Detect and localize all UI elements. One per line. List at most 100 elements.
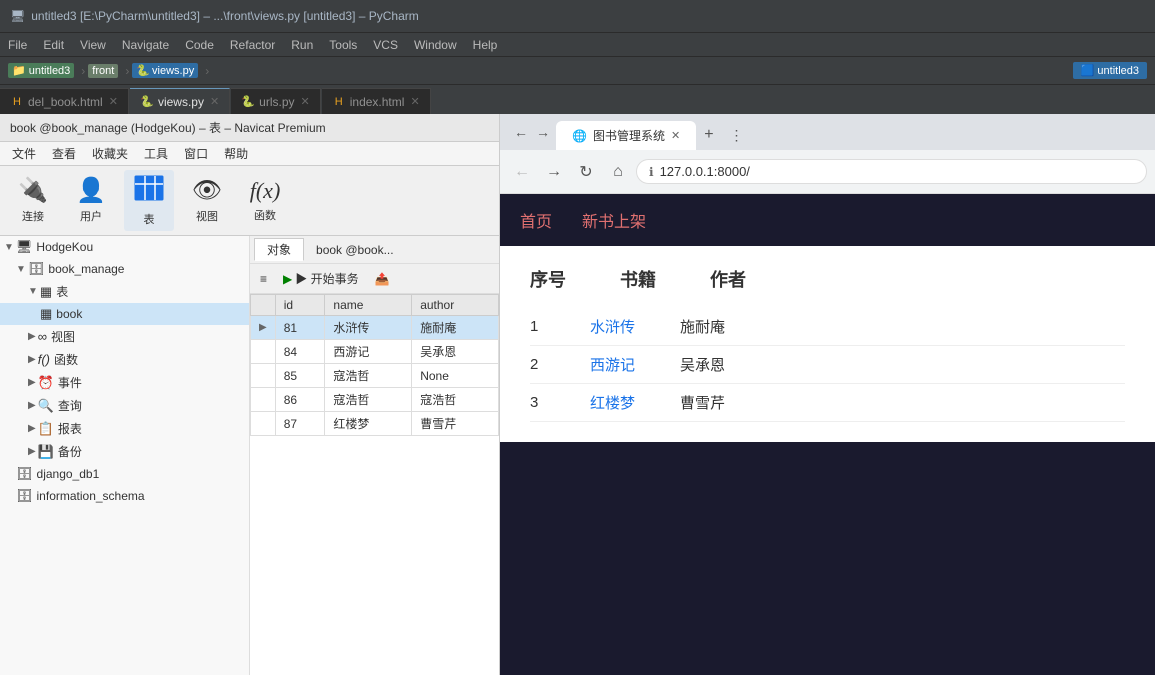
toolbar-function[interactable]: f(x) 函数 bbox=[240, 174, 290, 226]
web-row-1: 1 水浒传 施耐庵 bbox=[530, 308, 1125, 346]
toolbar-menu-btn[interactable]: ≡ bbox=[254, 270, 273, 288]
tree-tables[interactable]: ▼ ▦ 表 bbox=[0, 280, 249, 303]
project-badge[interactable]: 📁untitled3 bbox=[8, 63, 74, 78]
table-row[interactable]: 87 红楼梦 曹雪芹 bbox=[251, 412, 499, 436]
tab-index-html[interactable]: H index.html ✕ bbox=[322, 88, 431, 114]
navicat-menu-help[interactable]: 帮助 bbox=[216, 143, 256, 164]
cell-author-4[interactable]: 寇浩哲 bbox=[412, 388, 499, 412]
menu-tools[interactable]: Tools bbox=[321, 36, 365, 54]
window-title: untitled3 [E:\PyCharm\untitled3] – ...\f… bbox=[31, 9, 419, 23]
toolbar-table[interactable]: 表 bbox=[124, 170, 174, 232]
browser-tab-back-icon[interactable]: ← bbox=[514, 124, 528, 140]
tab-views-py[interactable]: 🐍 views.py ✕ bbox=[130, 88, 230, 114]
tab-close-del-book[interactable]: ✕ bbox=[109, 95, 118, 108]
menu-code[interactable]: Code bbox=[177, 36, 222, 54]
tree-book-manage[interactable]: ▼ 🗄 book_manage bbox=[0, 258, 249, 280]
front-badge[interactable]: front bbox=[88, 64, 118, 78]
cell-author-2[interactable]: 吴承恩 bbox=[412, 340, 499, 364]
web-row-title-2[interactable]: 西游记 bbox=[590, 354, 650, 375]
new-tab-button[interactable]: + bbox=[696, 120, 721, 150]
navicat-menu-window[interactable]: 窗口 bbox=[176, 143, 216, 164]
address-text[interactable]: 127.0.0.1:8000/ bbox=[660, 164, 750, 179]
tree-reports[interactable]: ▶ 📋 报表 bbox=[0, 417, 249, 440]
cell-id-2[interactable]: 84 bbox=[275, 340, 325, 364]
address-bar[interactable]: ℹ 127.0.0.1:8000/ bbox=[636, 159, 1147, 184]
tree-django-db1[interactable]: 🗄 django_db1 bbox=[0, 463, 249, 485]
file-badge[interactable]: 🐍views.py bbox=[132, 63, 198, 78]
web-nav-newbook[interactable]: 新书上架 bbox=[582, 204, 646, 236]
navicat-menu-view[interactable]: 查看 bbox=[44, 143, 84, 164]
tab-close-urls-py[interactable]: ✕ bbox=[301, 95, 310, 108]
web-row-title-3[interactable]: 红楼梦 bbox=[590, 392, 650, 413]
browser-tab-forward-icon[interactable]: → bbox=[536, 124, 550, 140]
tab-del-book[interactable]: H del_book.html ✕ bbox=[0, 88, 129, 114]
tree-hodgekou[interactable]: ▼ 🖥 HodgeKou bbox=[0, 236, 249, 258]
cell-id-3[interactable]: 85 bbox=[275, 364, 325, 388]
col-name[interactable]: name bbox=[325, 295, 412, 316]
navicat-body: ▼ 🖥 HodgeKou ▼ 🗄 book_manage ▼ ▦ 表 ▦ boo… bbox=[0, 236, 499, 675]
menu-refactor[interactable]: Refactor bbox=[222, 36, 283, 54]
cell-name-4[interactable]: 寇浩哲 bbox=[325, 388, 412, 412]
tab-urls-py[interactable]: 🐍 urls.py ✕ bbox=[231, 88, 321, 114]
tree-events[interactable]: ▶ ⏰ 事件 bbox=[0, 371, 249, 394]
cell-author-3[interactable]: None bbox=[412, 364, 499, 388]
table-row[interactable]: 85 寇浩哲 None bbox=[251, 364, 499, 388]
row-indicator-5 bbox=[251, 412, 276, 436]
cell-name-5[interactable]: 红楼梦 bbox=[325, 412, 412, 436]
browser-tab-close[interactable]: ✕ bbox=[671, 129, 680, 142]
tree-backups[interactable]: ▶ 💾 备份 bbox=[0, 440, 249, 463]
toolbar-user[interactable]: 👤 用户 bbox=[66, 173, 116, 228]
tab-close-index-html[interactable]: ✕ bbox=[410, 95, 419, 108]
cell-name-2[interactable]: 西游记 bbox=[325, 340, 412, 364]
data-table[interactable]: id name author ▶ 81 水浒传 施耐庵 bbox=[250, 294, 499, 675]
navicat-menu-fav[interactable]: 收藏夹 bbox=[84, 143, 136, 164]
nav-home-button[interactable]: ⌂ bbox=[604, 158, 632, 186]
navicat-menu-file[interactable]: 文件 bbox=[4, 143, 44, 164]
menu-vcs[interactable]: VCS bbox=[365, 36, 406, 54]
nav-forward-button[interactable]: → bbox=[540, 158, 568, 186]
dj-badge: 🟦untitled3 bbox=[1073, 62, 1147, 79]
web-row-title-1[interactable]: 水浒传 bbox=[590, 316, 650, 337]
toolbar-view[interactable]: 👁 视图 bbox=[182, 173, 232, 228]
nav-reload-button[interactable]: ↻ bbox=[572, 158, 600, 186]
menu-window[interactable]: Window bbox=[406, 36, 465, 54]
col-id[interactable]: id bbox=[275, 295, 325, 316]
nav-back-button[interactable]: ← bbox=[508, 158, 536, 186]
browser-menu-icon[interactable]: ⋮ bbox=[722, 121, 752, 150]
table-row[interactable]: 84 西游记 吴承恩 bbox=[251, 340, 499, 364]
user-icon: 👤 bbox=[76, 177, 106, 206]
cell-author-1[interactable]: 施耐庵 bbox=[412, 316, 499, 340]
tree-book-table[interactable]: ▦ book bbox=[0, 303, 249, 325]
menu-file[interactable]: File bbox=[0, 36, 35, 54]
tree-views[interactable]: ▶ ∞ 视图 bbox=[0, 325, 249, 348]
cell-name-1[interactable]: 水浒传 bbox=[325, 316, 412, 340]
obj-tab-object[interactable]: 对象 bbox=[254, 238, 304, 261]
browser-tab-main[interactable]: 🌐 图书管理系统 ✕ bbox=[556, 121, 696, 150]
toolbar-connect[interactable]: 🔌 连接 bbox=[8, 173, 58, 228]
menu-view[interactable]: View bbox=[72, 36, 114, 54]
web-nav-home[interactable]: 首页 bbox=[520, 204, 552, 236]
table-row[interactable]: ▶ 81 水浒传 施耐庵 bbox=[251, 316, 499, 340]
web-table-area: 序号 书籍 作者 1 水浒传 施耐庵 2 西游记 吴承恩 3 红楼梦 曹 bbox=[500, 246, 1155, 442]
cell-id-4[interactable]: 86 bbox=[275, 388, 325, 412]
cell-id-5[interactable]: 87 bbox=[275, 412, 325, 436]
tab-close-views-py[interactable]: ✕ bbox=[210, 95, 219, 108]
col-author[interactable]: author bbox=[412, 295, 499, 316]
tree-functions[interactable]: ▶ f() 函数 bbox=[0, 348, 249, 371]
toolbar-export[interactable]: 📤 bbox=[369, 270, 396, 288]
cell-author-5[interactable]: 曹雪芹 bbox=[412, 412, 499, 436]
menu-navigate[interactable]: Navigate bbox=[114, 36, 177, 54]
toolbar-start-transaction[interactable]: ▶ ▶ 开始事务 bbox=[277, 268, 365, 289]
menu-run[interactable]: Run bbox=[283, 36, 321, 54]
navicat-menu-tools[interactable]: 工具 bbox=[136, 143, 176, 164]
menu-edit[interactable]: Edit bbox=[35, 36, 72, 54]
table-row[interactable]: 86 寇浩哲 寇浩哲 bbox=[251, 388, 499, 412]
urls-py-icon: 🐍 bbox=[241, 95, 255, 109]
tree-arrow-book-manage: ▼ bbox=[16, 264, 26, 275]
tree-queries[interactable]: ▶ 🔍 查询 bbox=[0, 394, 249, 417]
tree-info-schema[interactable]: 🗄 information_schema bbox=[0, 485, 249, 507]
cell-name-3[interactable]: 寇浩哲 bbox=[325, 364, 412, 388]
menu-help[interactable]: Help bbox=[465, 36, 506, 54]
cell-id-1[interactable]: 81 bbox=[275, 316, 325, 340]
breadcrumb-sep-1: › bbox=[81, 64, 85, 78]
